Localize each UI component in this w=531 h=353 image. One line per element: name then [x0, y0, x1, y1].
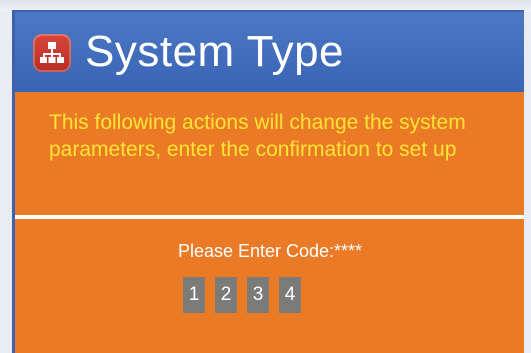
dialog-title: System Type	[85, 27, 345, 76]
code-prompt: Please Enter Code:****	[177, 241, 363, 261]
network-hierarchy-icon	[33, 34, 71, 72]
warning-message: This following actions will change the s…	[49, 111, 466, 161]
system-type-dialog: System Type This following actions will …	[12, 10, 524, 353]
key-3-button[interactable]: 3	[247, 277, 269, 313]
key-1-button[interactable]: 1	[183, 277, 205, 313]
key-4-button[interactable]: 4	[279, 277, 301, 313]
key-2-button[interactable]: 2	[215, 277, 237, 313]
divider	[15, 215, 524, 219]
code-keypad: 1 2 3 4	[183, 277, 301, 315]
dialog-header: System Type	[15, 12, 524, 92]
